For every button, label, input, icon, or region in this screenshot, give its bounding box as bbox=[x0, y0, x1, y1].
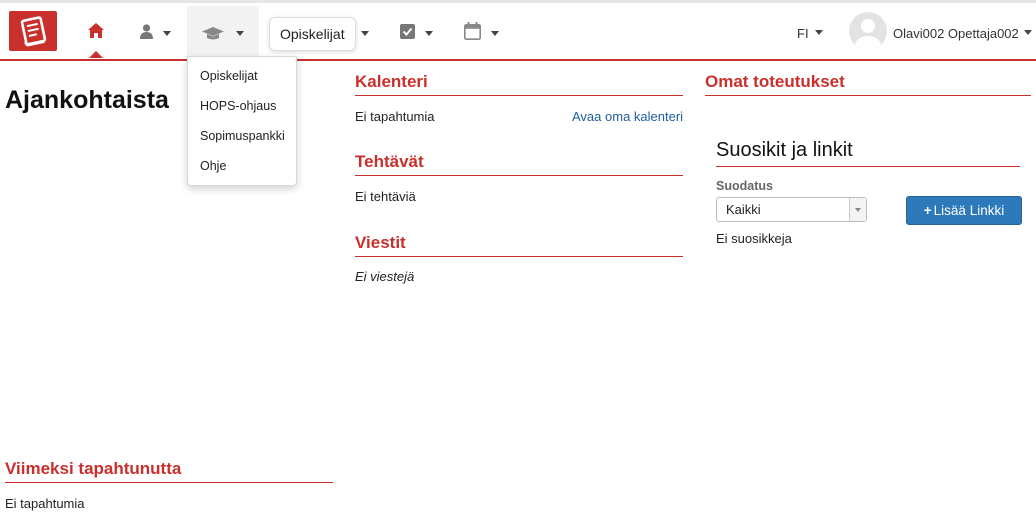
chevron-down-icon bbox=[236, 31, 244, 36]
nav-calendar-menu[interactable] bbox=[455, 6, 507, 56]
dropdown-item-help[interactable]: Ohje bbox=[200, 159, 226, 173]
nav-tooltip: Opiskelijat bbox=[269, 17, 356, 51]
nav-tasks-menu[interactable] bbox=[390, 6, 440, 56]
calendar-heading: Kalenteri bbox=[355, 72, 428, 91]
nav-home[interactable] bbox=[74, 6, 118, 58]
filter-select[interactable]: Kaikki bbox=[716, 197, 867, 222]
top-navbar: Opiskelijat FI Olavi002 Opettaja002 bbox=[0, 0, 1036, 61]
studies-dropdown-menu: Opiskelijat HOPS-ohjaus Sopimuspankki Oh… bbox=[187, 56, 297, 186]
language-selector[interactable]: FI bbox=[797, 26, 809, 41]
calendar-divider bbox=[355, 95, 683, 96]
add-link-button[interactable]: + Lisää Linkki bbox=[906, 196, 1022, 225]
nav-hidden-menu[interactable] bbox=[356, 6, 376, 56]
messages-empty-text: Ei viestejä bbox=[355, 269, 415, 284]
book-logo-icon bbox=[20, 16, 47, 47]
tasks-empty-text: Ei tehtäviä bbox=[355, 189, 416, 204]
calendar-icon bbox=[464, 22, 481, 40]
tasks-divider bbox=[355, 175, 683, 176]
user-icon bbox=[140, 24, 153, 39]
chevron-down-icon bbox=[855, 208, 861, 212]
nav-studies-menu[interactable] bbox=[187, 6, 259, 56]
filter-selected-value: Kaikki bbox=[726, 202, 761, 217]
graduation-cap-icon bbox=[202, 27, 224, 40]
dropdown-item-students[interactable]: Opiskelijat bbox=[200, 69, 258, 83]
dropdown-item-hops[interactable]: HOPS-ohjaus bbox=[200, 99, 276, 113]
open-calendar-link[interactable]: Avaa oma kalenteri bbox=[572, 109, 683, 124]
app-logo[interactable] bbox=[9, 11, 57, 51]
user-menu[interactable]: Olavi002 Opettaja002 bbox=[893, 26, 1019, 41]
avatar[interactable] bbox=[849, 12, 887, 50]
active-indicator bbox=[89, 51, 103, 58]
select-toggle[interactable] bbox=[849, 198, 866, 221]
filter-label: Suodatus bbox=[716, 179, 773, 193]
chevron-down-icon bbox=[425, 31, 433, 36]
home-icon bbox=[88, 23, 104, 38]
add-link-label: Lisää Linkki bbox=[933, 203, 1005, 218]
avatar-body bbox=[855, 36, 881, 50]
avatar-head bbox=[861, 19, 875, 33]
dropdown-item-contracts[interactable]: Sopimuspankki bbox=[200, 129, 285, 143]
messages-heading: Viestit bbox=[355, 233, 406, 252]
chevron-down-icon bbox=[1024, 30, 1032, 35]
chevron-down-icon bbox=[361, 31, 369, 36]
page-title: Ajankohtaista bbox=[5, 86, 169, 114]
favorites-title: Suosikit ja linkit bbox=[716, 139, 853, 161]
calendar-empty-text: Ei tapahtumia bbox=[355, 109, 435, 124]
nav-user-menu[interactable] bbox=[130, 6, 182, 56]
chevron-down-icon bbox=[815, 30, 823, 35]
implementations-divider bbox=[705, 95, 1031, 96]
plus-icon: + bbox=[923, 203, 932, 218]
recent-heading: Viimeksi tapahtunutta bbox=[5, 459, 182, 478]
recent-empty-text: Ei tapahtumia bbox=[5, 496, 85, 511]
checkbox-icon bbox=[400, 24, 415, 39]
favorites-divider bbox=[716, 166, 1020, 167]
implementations-heading: Omat toteutukset bbox=[705, 72, 845, 91]
chevron-down-icon bbox=[491, 31, 499, 36]
chevron-down-icon bbox=[163, 31, 171, 36]
messages-divider bbox=[355, 256, 683, 257]
favorites-empty-text: Ei suosikkeja bbox=[716, 231, 792, 246]
tasks-heading: Tehtävät bbox=[355, 152, 424, 171]
recent-divider bbox=[5, 482, 333, 483]
